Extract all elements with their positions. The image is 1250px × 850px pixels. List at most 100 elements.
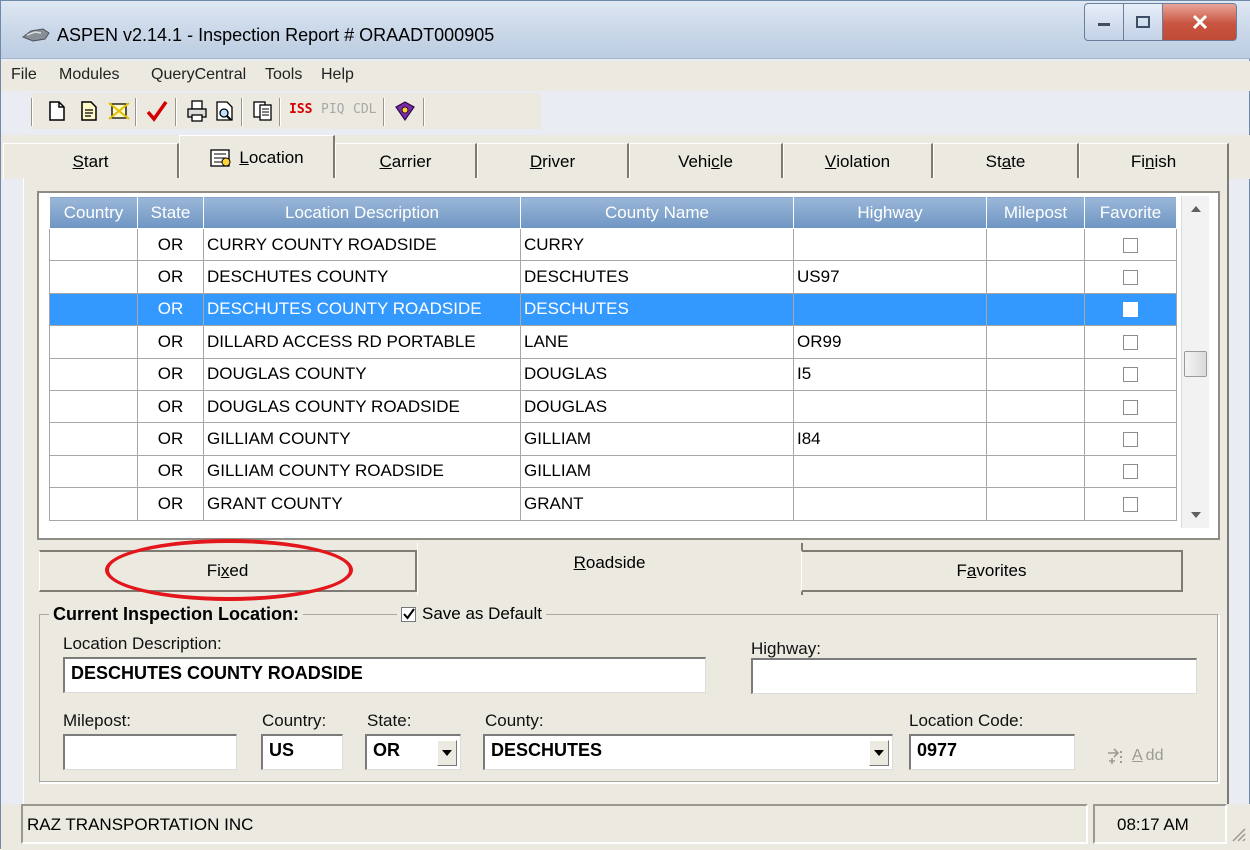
state-dropdown-button[interactable] bbox=[437, 740, 457, 766]
cdl-button[interactable]: CDL bbox=[353, 102, 376, 117]
scroll-up-button[interactable] bbox=[1182, 196, 1209, 222]
cell-country bbox=[49, 389, 138, 424]
column-header-state[interactable]: State bbox=[137, 196, 204, 229]
favorite-checkbox[interactable] bbox=[1123, 432, 1138, 448]
tab-violation[interactable]: Violation bbox=[783, 143, 933, 179]
table-row[interactable]: OR GILLIAM COUNTY GILLIAM I84 bbox=[49, 422, 1177, 456]
toolbar-separator bbox=[423, 98, 425, 126]
minimize-button[interactable] bbox=[1084, 3, 1124, 41]
table-row-selected[interactable]: OR DESCHUTES COUNTY ROADSIDE DESCHUTES bbox=[49, 292, 1177, 327]
column-header-highway[interactable]: Highway bbox=[793, 196, 987, 229]
cell-milepost bbox=[986, 260, 1085, 294]
column-header-country[interactable]: Country bbox=[49, 196, 138, 229]
cell-state: OR bbox=[137, 260, 204, 294]
table-row[interactable]: OR GRANT COUNTY GRANT bbox=[49, 487, 1177, 521]
resize-grip-icon[interactable] bbox=[1229, 825, 1247, 843]
cell-highway bbox=[793, 454, 987, 489]
favorite-checkbox[interactable] bbox=[1123, 237, 1138, 253]
table-row[interactable]: OR DILLARD ACCESS RD PORTABLE LANE OR99 bbox=[49, 325, 1177, 359]
tab-vehicle[interactable]: Vehi c le bbox=[629, 143, 783, 179]
arrow-up-icon bbox=[1190, 206, 1201, 212]
delete-document-icon[interactable] bbox=[107, 99, 131, 123]
print-icon[interactable] bbox=[185, 99, 209, 123]
county-dropdown-button[interactable] bbox=[869, 740, 889, 766]
main-tab-strip: Start Location Carrier Driver Vehi c le Vi… bbox=[1, 135, 1250, 179]
tab-driver[interactable]: Driver bbox=[477, 143, 629, 179]
close-button[interactable] bbox=[1162, 3, 1237, 41]
new-document-icon[interactable] bbox=[45, 99, 69, 123]
tab-state[interactable]: St a te bbox=[933, 143, 1079, 179]
menu-help[interactable]: Help bbox=[321, 66, 354, 84]
tab-carrier[interactable]: Carrier bbox=[335, 143, 477, 179]
tab-finish[interactable]: Fi n ish bbox=[1079, 143, 1229, 179]
tab-start[interactable]: Start bbox=[3, 143, 179, 179]
scroll-down-button[interactable] bbox=[1182, 502, 1209, 528]
table-row[interactable]: OR DOUGLAS COUNTY ROADSIDE DOUGLAS bbox=[49, 389, 1177, 424]
favorite-checkbox[interactable] bbox=[1123, 496, 1138, 512]
cell-state: OR bbox=[137, 389, 204, 424]
cell-county-name: CURRY bbox=[520, 227, 794, 262]
state-dropdown[interactable]: OR bbox=[365, 734, 461, 770]
location-grid: Country State Location Description Count… bbox=[49, 196, 1177, 521]
cell-highway: US97 bbox=[793, 260, 987, 294]
print-preview-icon[interactable] bbox=[213, 99, 237, 123]
subtab-fixed[interactable]: Fi x ed bbox=[39, 550, 417, 592]
table-row[interactable]: OR CURRY COUNTY ROADSIDE CURRY bbox=[49, 227, 1177, 262]
favorite-checkbox[interactable] bbox=[1123, 464, 1138, 480]
cell-location-description: GILLIAM COUNTY bbox=[203, 422, 521, 456]
help-book-icon[interactable] bbox=[393, 99, 417, 123]
toolbar-separator bbox=[279, 98, 281, 126]
favorite-checkbox[interactable] bbox=[1123, 302, 1138, 318]
column-header-county-name[interactable]: County Name bbox=[520, 196, 794, 229]
highway-field[interactable] bbox=[751, 658, 1197, 694]
maximize-button[interactable] bbox=[1123, 3, 1163, 41]
milepost-field[interactable] bbox=[63, 734, 237, 770]
menu-modules[interactable]: Modules bbox=[59, 66, 119, 84]
cell-county-name: GILLIAM bbox=[520, 422, 794, 456]
window-title: ASPEN v2.14.1 - Inspection Report # ORAA… bbox=[57, 25, 495, 45]
tab-location[interactable]: Location bbox=[179, 135, 335, 179]
state-label: State: bbox=[367, 711, 412, 730]
cell-state: OR bbox=[137, 422, 204, 456]
copy-documents-icon[interactable] bbox=[251, 99, 275, 123]
favorite-checkbox[interactable] bbox=[1123, 270, 1138, 286]
grid-vertical-scrollbar[interactable] bbox=[1181, 196, 1209, 528]
column-header-milepost[interactable]: Milepost bbox=[986, 196, 1085, 229]
table-row[interactable]: OR DOUGLAS COUNTY DOUGLAS I5 bbox=[49, 357, 1177, 391]
subtab-favorites[interactable]: Fa vorites bbox=[801, 550, 1183, 592]
close-icon bbox=[1192, 14, 1207, 30]
chevron-down-icon bbox=[874, 750, 884, 756]
column-header-favorite[interactable]: Favorite bbox=[1084, 196, 1177, 229]
table-row[interactable]: OR GILLIAM COUNTY ROADSIDE GILLIAM bbox=[49, 454, 1177, 489]
save-as-default-checkbox[interactable] bbox=[401, 606, 416, 622]
subtab-roadside[interactable]: Roadside bbox=[417, 543, 803, 595]
piq-button[interactable]: PIQ bbox=[321, 102, 344, 117]
edit-document-icon[interactable] bbox=[77, 99, 101, 123]
menu-tools[interactable]: Tools bbox=[265, 66, 302, 84]
cell-favorite bbox=[1084, 325, 1177, 359]
menu-file[interactable]: File bbox=[11, 66, 37, 84]
favorite-checkbox[interactable] bbox=[1123, 334, 1138, 350]
location-description-field[interactable]: DESCHUTES COUNTY ROADSIDE bbox=[63, 657, 706, 693]
location-code-field[interactable]: 0977 bbox=[909, 734, 1075, 770]
country-field[interactable]: US bbox=[261, 734, 343, 770]
cell-location-description: DILLARD ACCESS RD PORTABLE bbox=[203, 325, 521, 359]
validate-check-icon[interactable] bbox=[145, 99, 169, 123]
cell-location-description: DESCHUTES COUNTY bbox=[203, 260, 521, 294]
column-header-location-description[interactable]: Location Description bbox=[203, 196, 521, 229]
cell-state: OR bbox=[137, 325, 204, 359]
menu-querycentral[interactable]: QueryCentral bbox=[151, 66, 246, 84]
save-as-default-toggle[interactable]: Save as Default bbox=[397, 604, 547, 624]
favorite-checkbox[interactable] bbox=[1123, 399, 1138, 415]
favorite-checkbox[interactable] bbox=[1123, 367, 1138, 383]
cell-country bbox=[49, 260, 138, 294]
chevron-down-icon bbox=[442, 750, 452, 756]
toolbar: ISS PIQ CDL bbox=[31, 93, 541, 129]
cell-county-name: DOUGLAS bbox=[520, 389, 794, 424]
iss-button[interactable]: ISS bbox=[289, 102, 312, 117]
table-row[interactable]: OR DESCHUTES COUNTY DESCHUTES US97 bbox=[49, 260, 1177, 294]
add-location-button[interactable]: Add bbox=[1106, 741, 1186, 771]
county-dropdown[interactable]: DESCHUTES bbox=[483, 734, 893, 770]
scroll-thumb[interactable] bbox=[1184, 351, 1207, 377]
cell-milepost bbox=[986, 422, 1085, 456]
